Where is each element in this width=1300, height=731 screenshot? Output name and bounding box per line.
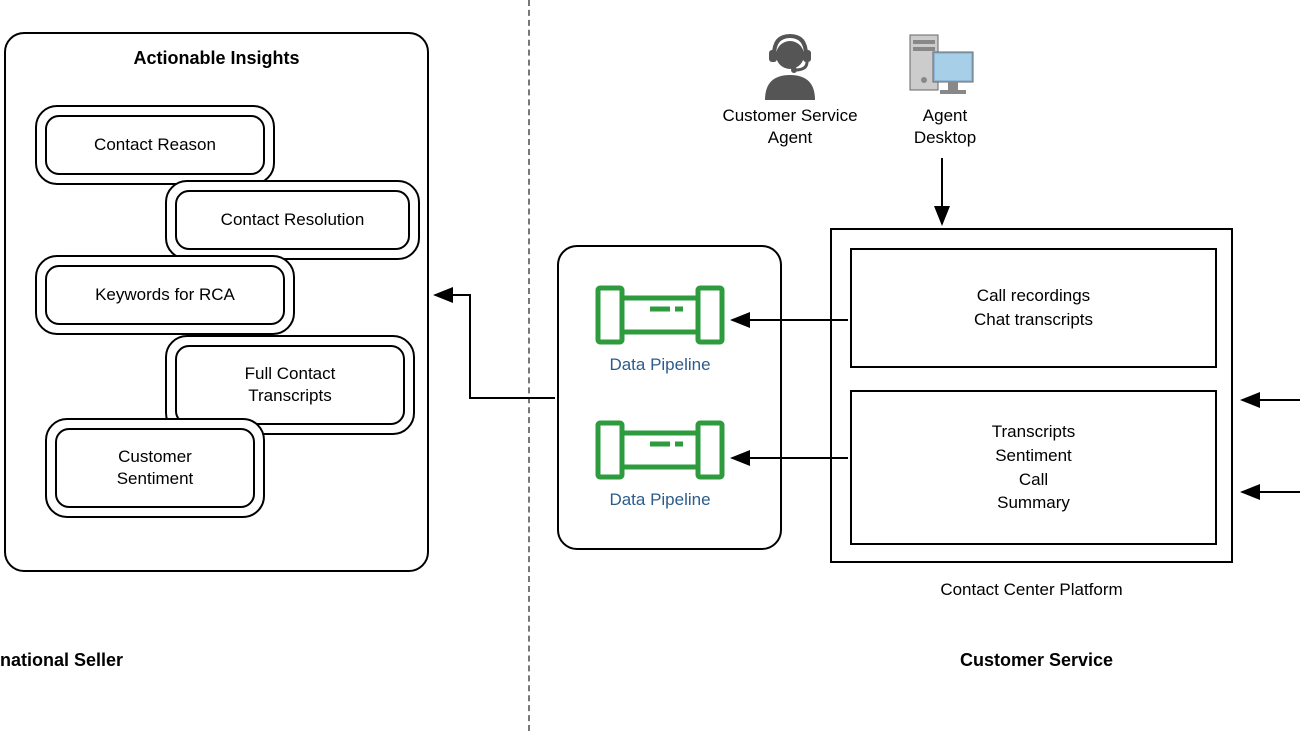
left-section-label: national Seller <box>0 650 123 671</box>
pill-contact-reason-label: Contact Reason <box>45 115 265 175</box>
cc-box-recordings: Call recordings Chat transcripts <box>850 248 1217 368</box>
pill-contact-resolution-label: Contact Resolution <box>175 190 410 250</box>
desktop-label: Agent Desktop <box>895 105 995 149</box>
pill-contact-reason: Contact Reason <box>35 105 275 185</box>
pipeline-icon-1 <box>595 285 725 345</box>
contact-center-container: Call recordings Chat transcripts Transcr… <box>830 228 1233 563</box>
divider-line <box>528 0 530 731</box>
pipeline-label-2: Data Pipeline <box>595 490 725 510</box>
pill-contact-resolution: Contact Resolution <box>165 180 420 260</box>
insights-title: Actionable Insights <box>6 48 427 69</box>
cc-box-transcripts: Transcripts Sentiment Call Summary <box>850 390 1217 545</box>
desktop-icon <box>905 30 975 100</box>
pill-customer-sentiment-label: Customer Sentiment <box>55 428 255 508</box>
pill-keywords-rca-label: Keywords for RCA <box>45 265 285 325</box>
right-section-label: Customer Service <box>960 650 1113 671</box>
pill-full-transcripts-label: Full Contact Transcripts <box>175 345 405 425</box>
pipeline-icon-2 <box>595 420 725 480</box>
pill-customer-sentiment: Customer Sentiment <box>45 418 265 518</box>
pill-keywords-rca: Keywords for RCA <box>35 255 295 335</box>
pipeline-label-1: Data Pipeline <box>595 355 725 375</box>
agent-label: Customer Service Agent <box>690 105 890 149</box>
agent-icon <box>750 30 830 100</box>
contact-center-label: Contact Center Platform <box>830 580 1233 600</box>
